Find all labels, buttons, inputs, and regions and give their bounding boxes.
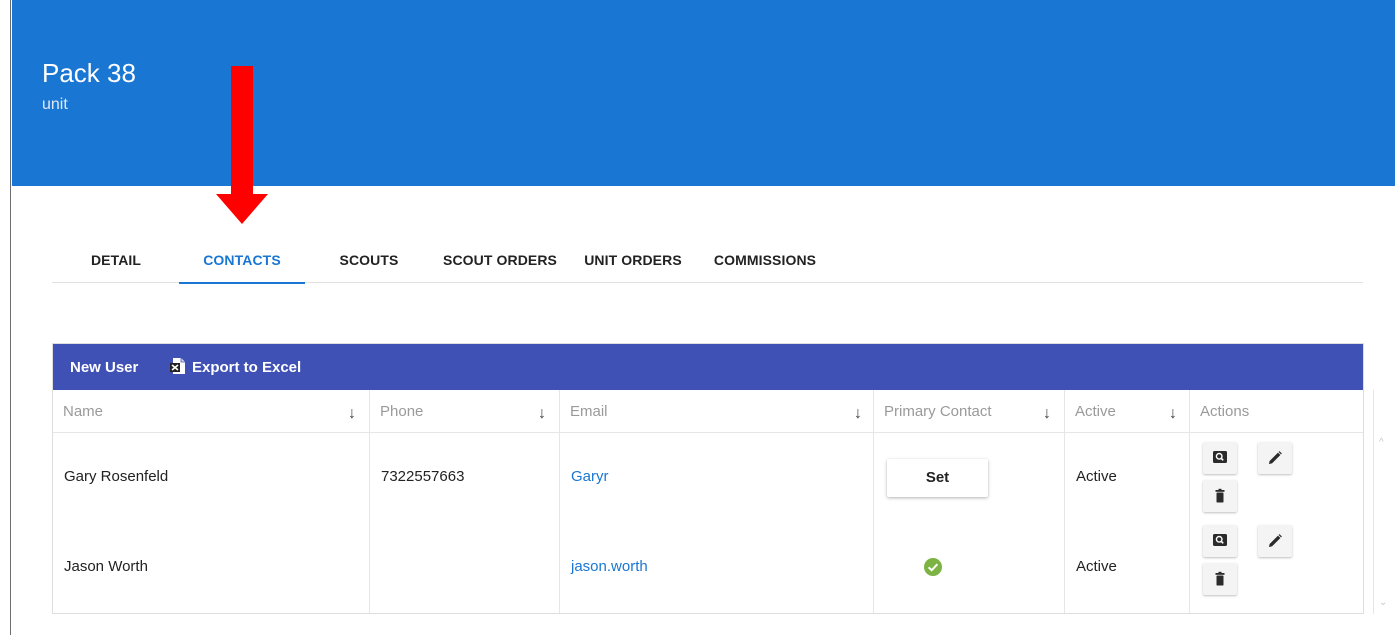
cell-name: Gary Rosenfeld bbox=[53, 433, 369, 523]
column-header-email[interactable]: Email ↓ bbox=[559, 390, 873, 433]
sort-arrow-icon[interactable]: ↓ bbox=[1043, 390, 1051, 437]
contact-phone: 7322557663 bbox=[381, 468, 465, 485]
cell-phone bbox=[369, 523, 559, 613]
view-button[interactable] bbox=[1203, 525, 1237, 557]
tab-bar: DETAIL CONTACTS SCOUTS SCOUT ORDERS UNIT… bbox=[52, 240, 1363, 284]
red-arrow-annotation bbox=[216, 66, 268, 224]
column-label: Active bbox=[1075, 403, 1116, 420]
contacts-grid: New User Export to Excel Name ↓ Phone ↓ Em… bbox=[52, 343, 1387, 614]
email-link[interactable]: Garyr bbox=[571, 468, 609, 485]
export-label: Export to Excel bbox=[192, 359, 302, 376]
tab-label: SCOUTS bbox=[339, 252, 399, 268]
tab-label: COMMISSIONS bbox=[713, 252, 817, 268]
trash-icon bbox=[1215, 488, 1225, 503]
cell-actions bbox=[1189, 433, 1373, 523]
set-primary-button[interactable]: Set bbox=[887, 459, 988, 497]
column-label: Actions bbox=[1200, 403, 1250, 420]
column-label: Name bbox=[63, 403, 104, 420]
tab-unit-orders[interactable]: UNIT ORDERS bbox=[577, 240, 689, 283]
tab-detail[interactable]: DETAIL bbox=[86, 240, 146, 283]
tab-scout-orders[interactable]: SCOUT ORDERS bbox=[438, 240, 562, 283]
tab-label: CONTACTS bbox=[203, 252, 281, 268]
table-row: Jason Worth jason.worth Active bbox=[53, 523, 1372, 613]
column-header-actions: Actions bbox=[1189, 390, 1373, 433]
tab-commissions[interactable]: COMMISSIONS bbox=[705, 240, 825, 283]
contact-name: Jason Worth bbox=[64, 558, 148, 575]
cell-name: Jason Worth bbox=[53, 523, 369, 613]
cell-email: Garyr bbox=[559, 433, 873, 523]
edit-button[interactable] bbox=[1258, 442, 1292, 474]
header-spacer bbox=[1373, 390, 1393, 433]
view-button[interactable] bbox=[1203, 442, 1237, 474]
column-header-phone[interactable]: Phone ↓ bbox=[369, 390, 559, 433]
table-row: Gary Rosenfeld 7322557663 Garyr Set Acti… bbox=[53, 433, 1372, 523]
tab-label: SCOUT ORDERS bbox=[443, 252, 557, 268]
cell-actions bbox=[1189, 523, 1373, 613]
export-excel-button[interactable]: Export to Excel bbox=[169, 344, 301, 390]
cell-phone: 7322557663 bbox=[369, 433, 559, 523]
active-status: Active bbox=[1076, 558, 1117, 575]
sort-arrow-icon[interactable]: ↓ bbox=[1169, 390, 1177, 437]
pencil-icon bbox=[1269, 451, 1282, 464]
column-label: Phone bbox=[380, 403, 424, 420]
cell-primary-contact: Set bbox=[873, 433, 1064, 523]
tab-contacts[interactable]: CONTACTS bbox=[179, 240, 305, 284]
sort-arrow-icon[interactable]: ↓ bbox=[348, 390, 356, 437]
cell-active: Active bbox=[1064, 433, 1189, 523]
search-icon bbox=[1213, 451, 1227, 463]
sort-arrow-icon[interactable]: ↓ bbox=[854, 390, 862, 437]
excel-icon bbox=[170, 358, 185, 374]
trash-icon bbox=[1215, 571, 1225, 586]
edit-button[interactable] bbox=[1258, 525, 1292, 557]
grid-header-row: Name ↓ Phone ↓ Email ↓ Primary Contact ↓ Act… bbox=[53, 390, 1374, 433]
page-subtitle: unit bbox=[42, 96, 68, 113]
tab-label: DETAIL bbox=[90, 252, 142, 268]
tab-label: UNIT ORDERS bbox=[584, 252, 682, 268]
active-status: Active bbox=[1076, 468, 1117, 485]
scroll-up-icon[interactable]: ^ bbox=[1379, 437, 1384, 448]
delete-button[interactable] bbox=[1203, 563, 1237, 595]
grid-toolbar: New User Export to Excel bbox=[53, 344, 1363, 390]
window-left-edge bbox=[0, 0, 11, 635]
pencil-icon bbox=[1269, 534, 1282, 547]
search-icon bbox=[1213, 534, 1227, 546]
active-tab-indicator bbox=[179, 282, 305, 284]
column-label: Primary Contact bbox=[884, 403, 992, 420]
column-label: Email bbox=[570, 403, 608, 420]
page-title: Pack 38 bbox=[42, 58, 136, 88]
column-header-active[interactable]: Active ↓ bbox=[1064, 390, 1189, 433]
delete-button[interactable] bbox=[1203, 480, 1237, 512]
column-header-name[interactable]: Name ↓ bbox=[53, 390, 369, 433]
vertical-scrollbar[interactable]: ^ ⌄ bbox=[1373, 433, 1393, 614]
cell-active: Active bbox=[1064, 523, 1189, 613]
email-link[interactable]: jason.worth bbox=[571, 558, 648, 575]
cell-email: jason.worth bbox=[559, 523, 873, 613]
scroll-down-icon[interactable]: ⌄ bbox=[1379, 597, 1387, 608]
new-user-button[interactable]: New User bbox=[70, 344, 138, 390]
sort-arrow-icon[interactable]: ↓ bbox=[538, 390, 546, 437]
tab-scouts[interactable]: SCOUTS bbox=[334, 240, 404, 283]
cell-primary-contact bbox=[873, 523, 1064, 613]
check-circle-icon bbox=[924, 558, 942, 576]
column-header-primary-contact[interactable]: Primary Contact ↓ bbox=[873, 390, 1064, 433]
contact-name: Gary Rosenfeld bbox=[64, 468, 169, 485]
